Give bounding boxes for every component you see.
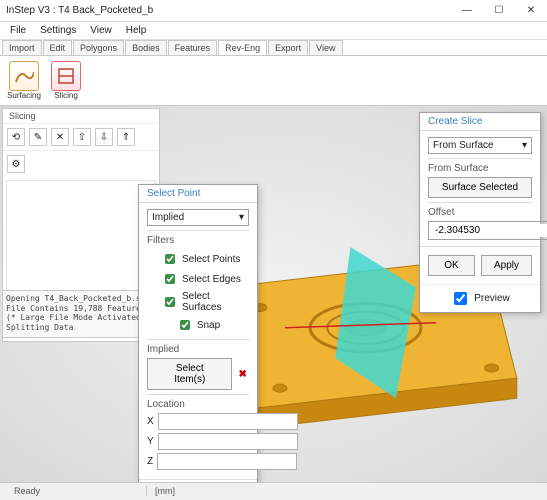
slicing-button[interactable]: Slicing (48, 61, 84, 100)
title-bar: InStep V3 : T4 Back_Pocketed_b — ☐ ✕ (0, 0, 547, 22)
menu-view[interactable]: View (84, 23, 118, 38)
ribbon: Surfacing Slicing (0, 56, 547, 106)
z-input[interactable] (157, 453, 297, 470)
surfacing-icon (9, 61, 39, 91)
select-point-mode-dropdown[interactable]: Implied ▾ (147, 209, 249, 226)
x-label: X (147, 416, 154, 427)
tab-view[interactable]: View (309, 40, 342, 55)
slicing-label: Slicing (54, 91, 78, 100)
filters-label: Filters (147, 235, 249, 246)
tab-reveng[interactable]: Rev-Eng (218, 40, 267, 55)
select-point-mode-value: Implied (152, 212, 184, 223)
filter-edges-checkbox[interactable] (165, 274, 175, 284)
tab-edit[interactable]: Edit (43, 40, 73, 55)
work-area: Slicing ⟲ ✎ ✕ ⇧ ⇩ ⇑ ⚙ Delay Surface Crea… (0, 106, 547, 482)
implied-label: Implied (147, 344, 249, 355)
tab-import[interactable]: Import (2, 40, 42, 55)
tab-bar: Import Edit Polygons Bodies Features Rev… (0, 40, 547, 56)
select-point-dialog: Select Point Implied ▾ Filters Select Po… (138, 184, 258, 482)
tab-export[interactable]: Export (268, 40, 308, 55)
select-point-title: Select Point (139, 185, 257, 203)
preview-checkbox[interactable] (454, 292, 467, 305)
menu-help[interactable]: Help (120, 23, 153, 38)
location-label: Location (147, 399, 249, 410)
y-label: Y (147, 436, 154, 447)
offset-spinner[interactable]: ▲▼ (428, 221, 547, 240)
tool-btn-2[interactable]: ✕ (51, 128, 69, 146)
y-input[interactable] (158, 433, 298, 450)
window-title: InStep V3 : T4 Back_Pocketed_b (6, 5, 451, 16)
create-slice-title: Create Slice (420, 113, 540, 131)
tool-settings[interactable]: ⚙ (7, 155, 25, 173)
slice-mode-dropdown[interactable]: From Surface ▾ (428, 137, 532, 154)
status-units: [mm] (146, 486, 183, 496)
chevron-down-icon: ▾ (239, 212, 244, 223)
minimize-button[interactable]: — (451, 0, 483, 22)
snap-label: Snap (197, 320, 220, 331)
create-slice-dialog: Create Slice From Surface ▾ From Surface… (419, 112, 541, 313)
slicing-toolbar: ⟲ ✎ ✕ ⇧ ⇩ ⇑ (3, 124, 159, 151)
snap-checkbox[interactable] (180, 320, 190, 330)
tool-btn-4[interactable]: ⇩ (95, 128, 113, 146)
maximize-button[interactable]: ☐ (483, 0, 515, 22)
chevron-down-icon: ▾ (522, 140, 527, 151)
x-input[interactable] (158, 413, 298, 430)
filter-points-label: Select Points (182, 254, 240, 265)
create-slice-ok-button[interactable]: OK (428, 255, 475, 276)
create-slice-apply-button[interactable]: Apply (481, 255, 532, 276)
slicing-icon (51, 61, 81, 91)
offset-input[interactable] (433, 224, 547, 237)
slice-mode-value: From Surface (433, 140, 494, 151)
surface-selected-button[interactable]: Surface Selected (428, 177, 532, 198)
tool-btn-5[interactable]: ⇑ (117, 128, 135, 146)
tool-btn-1[interactable]: ✎ (29, 128, 47, 146)
tool-btn-3[interactable]: ⇧ (73, 128, 91, 146)
select-items-button[interactable]: Select Item(s) (147, 358, 232, 390)
surfacing-button[interactable]: Surfacing (6, 61, 42, 100)
log-output: Opening T4_Back_Pocketed_b.stl File Cont… (2, 290, 160, 338)
preview-label: Preview (474, 293, 510, 304)
slicing-panel-title: Slicing (3, 109, 159, 124)
filter-surfaces-checkbox[interactable] (165, 297, 175, 307)
filter-edges-label: Select Edges (182, 274, 241, 285)
tab-polygons[interactable]: Polygons (73, 40, 124, 55)
status-ready: Ready (6, 486, 146, 496)
close-button[interactable]: ✕ (515, 0, 547, 22)
clear-selection-icon[interactable]: ✖ (236, 366, 249, 382)
tool-btn-0[interactable]: ⟲ (7, 128, 25, 146)
surfacing-label: Surfacing (7, 91, 41, 100)
filter-points-checkbox[interactable] (165, 254, 175, 264)
tab-features[interactable]: Features (168, 40, 218, 55)
offset-label: Offset (428, 207, 532, 218)
menu-bar: File Settings View Help (0, 22, 547, 40)
filter-surfaces-label: Select Surfaces (182, 291, 249, 313)
tab-bodies[interactable]: Bodies (125, 40, 167, 55)
z-label: Z (147, 456, 153, 467)
menu-settings[interactable]: Settings (34, 23, 82, 38)
menu-file[interactable]: File (4, 23, 32, 38)
status-bar: Ready [mm] (0, 482, 547, 498)
from-surface-label: From Surface (428, 163, 532, 174)
